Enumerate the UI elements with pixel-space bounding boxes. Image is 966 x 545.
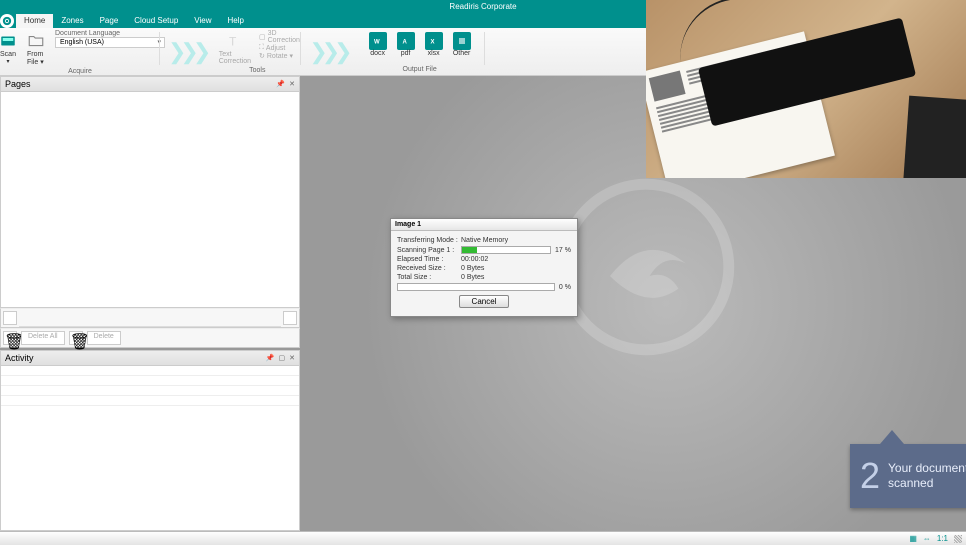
trash-icon-2[interactable]: 🗑: [69, 331, 83, 345]
text-correction-button[interactable]: T Text Correction: [215, 30, 255, 67]
rotate-button[interactable]: ↻Rotate ▾: [259, 52, 300, 60]
pages-panel-header[interactable]: Pages 📌✕: [0, 76, 300, 92]
svg-text:A: A: [402, 40, 407, 46]
app-logo[interactable]: [0, 14, 14, 28]
page-progress-bar: [461, 246, 551, 254]
tab-zones[interactable]: Zones: [53, 14, 91, 28]
doc-language-select[interactable]: English (USA): [55, 37, 165, 48]
from-file-button[interactable]: From File ▾: [23, 30, 49, 68]
activity-panel-header[interactable]: Activity 📌▢✕: [0, 350, 300, 366]
watermark-logo: [556, 177, 736, 357]
delete-button[interactable]: Delete: [87, 331, 121, 345]
svg-text:W: W: [374, 40, 380, 46]
trash-icon[interactable]: 🗑: [3, 331, 17, 345]
adjust-button[interactable]: ⛶Adjust: [259, 44, 300, 52]
pages-toolbar: [0, 308, 300, 328]
3d-correction-button[interactable]: ▢3D Correction: [259, 30, 300, 44]
step-text: Your document is being scanned: [888, 461, 966, 491]
dialog-title[interactable]: Image 1: [391, 219, 577, 231]
scanner-photo-overlay: [646, 0, 966, 178]
pin-icon[interactable]: 📌: [276, 80, 285, 88]
scanner-icon: [0, 32, 17, 50]
svg-text:X: X: [430, 40, 434, 46]
view-fit-icon[interactable]: ⇔: [923, 534, 931, 543]
zoom-label[interactable]: 1:1: [937, 534, 948, 543]
scan-button[interactable]: Scan ▾: [0, 30, 21, 67]
folder-icon: [27, 32, 45, 50]
left-panels: Pages 📌✕ 🗑 Delete All 🗑 Delete Activity …: [0, 76, 300, 531]
resize-grip[interactable]: [954, 535, 962, 543]
thumb-next-button[interactable]: [283, 311, 297, 325]
activity-panel-body: [0, 366, 300, 531]
pin-icon[interactable]: 📌: [266, 354, 275, 362]
cancel-button[interactable]: Cancel: [459, 295, 510, 308]
thumb-prev-button[interactable]: [3, 311, 17, 325]
overall-progress-bar: [397, 283, 555, 291]
maximize-icon[interactable]: ▢: [279, 354, 286, 362]
pages-panel-body: [0, 92, 300, 308]
output-pdf-button[interactable]: A pdf: [393, 30, 419, 59]
view-layout-icon[interactable]: ▦: [909, 534, 917, 543]
step-number: 2: [860, 458, 880, 494]
delete-all-button[interactable]: Delete All: [21, 331, 65, 345]
chevron-divider-2: ❯❯❯: [301, 39, 354, 65]
tab-home[interactable]: Home: [16, 14, 53, 28]
app-title: Readiris Corporate: [449, 2, 516, 11]
status-bar: ▦ ⇔ 1:1: [0, 531, 966, 545]
output-other-button[interactable]: Other: [449, 30, 475, 59]
scan-progress-dialog: Image 1 Transferring Mode :Native Memory…: [390, 218, 578, 317]
tab-cloud-setup[interactable]: Cloud Setup: [126, 14, 186, 28]
svg-text:T: T: [229, 35, 237, 49]
doc-language-label: Document Language: [55, 30, 165, 37]
other-icon: [453, 32, 471, 50]
step-callout: 2 Your document is being scanned: [850, 444, 966, 508]
tab-page[interactable]: Page: [92, 14, 127, 28]
tab-view[interactable]: View: [186, 14, 219, 28]
chevron-divider: ❯❯❯: [160, 39, 213, 65]
output-xlsx-button[interactable]: X xlsx: [421, 30, 447, 59]
tab-help[interactable]: Help: [220, 14, 252, 28]
output-docx-button[interactable]: W docx: [365, 30, 391, 59]
close-icon[interactable]: ✕: [289, 354, 295, 362]
text-icon: T: [226, 32, 244, 50]
docx-icon: W: [369, 32, 387, 50]
xlsx-icon: X: [425, 32, 443, 50]
pdf-icon: A: [397, 32, 415, 50]
close-icon[interactable]: ✕: [289, 80, 295, 88]
